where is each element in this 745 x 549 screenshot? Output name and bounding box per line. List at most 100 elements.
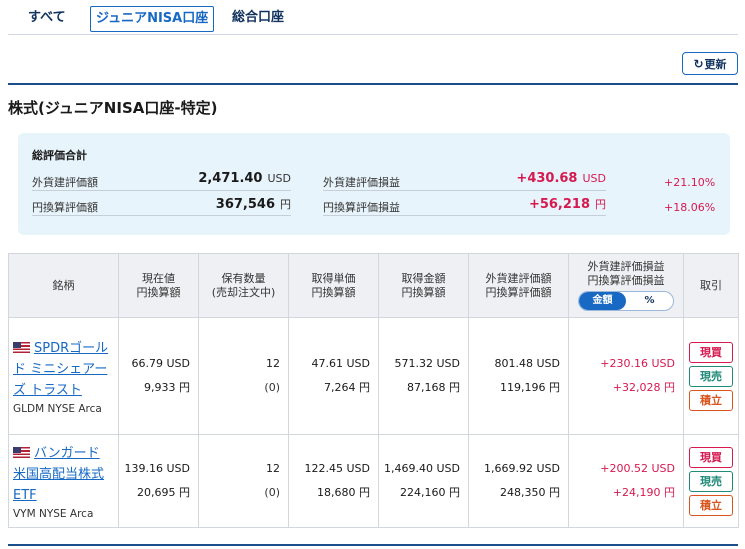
stock-name-cell: SPDRゴールド ミニシェアーズ トラスト GLDM NYSE Arca: [8, 317, 119, 435]
us-flag-icon: [13, 341, 30, 353]
account-tabs: すべて ジュニアNISA口座 総合口座: [8, 0, 738, 35]
yen-value: 367,546 円: [216, 196, 291, 212]
unit-cost-usd: 122.45 USD: [304, 462, 371, 475]
foreign-pl-label: 外貨建評価損益: [323, 176, 400, 189]
yen-pl-percent: +18.06%: [664, 201, 716, 214]
accumulate-button[interactable]: 積立: [689, 389, 733, 411]
quantity: 12: [266, 462, 280, 475]
pl-cell: +230.16 USD +32,028 円: [568, 317, 684, 435]
header-unit-label: 取得単価: [311, 271, 356, 285]
foreign-pl-unit: USD: [582, 172, 606, 185]
foreign-value-unit: USD: [267, 172, 291, 185]
quantity-pending: (0): [264, 486, 280, 499]
cost-usd: 1,469.40 USD: [384, 462, 460, 475]
pl-cell: +200.52 USD +24,190 円: [568, 434, 684, 528]
foreign-pl-row: 外貨建評価損益 +430.68 USD: [323, 171, 606, 191]
stock-ticker: GLDM NYSE Arca: [13, 402, 102, 415]
quantity-cell: 12 (0): [198, 434, 289, 528]
refresh-icon: ↻: [693, 56, 704, 71]
header-unit-yen-label: 円換算額: [311, 285, 356, 299]
holdings-table: 銘柄 現在値 円換算額 保有数量 (売却注文中) 取得単価 円換算額 取得金額 円換算額…: [8, 253, 739, 528]
tab-junior-nisa[interactable]: ジュニアNISA口座: [90, 6, 215, 32]
yen-pl: +56,218 円: [529, 196, 606, 212]
tab-sogo[interactable]: 総合口座: [232, 6, 284, 32]
header-trade-label: 取引: [700, 278, 722, 292]
quantity-pending: (0): [264, 381, 280, 394]
header-name: 銘柄: [8, 253, 119, 318]
header-value-yen-label: 円換算評価額: [485, 285, 552, 299]
pl-yen: +24,190 円: [612, 486, 675, 499]
buy-button[interactable]: 現買: [689, 341, 733, 363]
price-usd: 139.16 USD: [124, 462, 191, 475]
price-yen: 20,695 円: [137, 486, 190, 499]
pl-usd: +230.16 USD: [600, 357, 675, 370]
cost-yen: 224,160 円: [400, 486, 460, 499]
summary-heading: 総評価合計: [32, 149, 87, 162]
price-yen: 9,933 円: [144, 381, 190, 394]
price-usd: 66.79 USD: [131, 357, 191, 370]
tab-all[interactable]: すべて: [28, 6, 66, 32]
foreign-value-amount: 2,471.40: [198, 171, 263, 186]
section-divider-bottom: [8, 544, 738, 546]
header-price-label: 現在値: [142, 271, 175, 285]
value-yen: 119,196 円: [500, 381, 560, 394]
quantity-cell: 12 (0): [198, 317, 289, 435]
header-cost-yen-label: 円換算額: [401, 285, 446, 299]
header-qty-label: 保有数量: [221, 271, 266, 285]
unit-cost-usd: 47.61 USD: [311, 357, 371, 370]
us-flag-icon: [13, 446, 30, 458]
value-yen: 248,350 円: [500, 486, 560, 499]
toggle-percent[interactable]: %: [626, 292, 673, 310]
table-header-row: 銘柄 現在値 円換算額 保有数量 (売却注文中) 取得単価 円換算額 取得金額 円換算額…: [8, 253, 739, 318]
toggle-amount[interactable]: 金額: [579, 292, 626, 310]
cost-cell: 1,469.40 USD 224,160 円: [378, 434, 469, 528]
header-price: 現在値 円換算額: [118, 253, 199, 318]
yen-pl-label: 円換算評価損益: [323, 201, 400, 214]
pl-yen: +32,028 円: [612, 381, 675, 394]
foreign-pl-amount: +430.68: [516, 171, 578, 186]
header-cost-label: 取得金額: [401, 271, 446, 285]
section-divider: [8, 83, 738, 85]
cost-usd: 571.32 USD: [394, 357, 461, 370]
refresh-label: 更新: [704, 57, 727, 71]
unit-cost-yen: 18,680 円: [317, 486, 370, 499]
yen-pl-amount: +56,218: [528, 197, 590, 212]
header-price-yen-label: 円換算額: [136, 285, 181, 299]
refresh-button[interactable]: ↻ 更新: [682, 52, 738, 75]
yen-value-unit: 円: [280, 198, 291, 211]
summary-panel: 総評価合計 外貨建評価額 2,471.40 USD 円換算評価額 367,546…: [18, 133, 730, 235]
yen-pl-unit: 円: [595, 198, 606, 211]
yen-value-amount: 367,546: [215, 197, 275, 212]
foreign-pl-percent: +21.10%: [664, 176, 716, 189]
cost-cell: 571.32 USD 87,168 円: [378, 317, 469, 435]
value-cell: 801.48 USD 119,196 円: [468, 317, 569, 435]
section-title: 株式(ジュニアNISA口座-特定): [8, 99, 218, 117]
pl-display-toggle: 金額 %: [578, 291, 674, 311]
cost-yen: 87,168 円: [407, 381, 460, 394]
price-cell: 139.16 USD 20,695 円: [118, 434, 199, 528]
foreign-value-label: 外貨建評価額: [32, 176, 98, 189]
header-pl-yen-label: 円換算評価損益: [587, 274, 665, 287]
table-row: SPDRゴールド ミニシェアーズ トラスト GLDM NYSE Arca 66.…: [8, 317, 739, 435]
header-unit-cost: 取得単価 円換算額: [288, 253, 379, 318]
header-cost: 取得金額 円換算額: [378, 253, 469, 318]
header-pl: 外貨建評価損益 円換算評価損益 金額 %: [568, 253, 684, 318]
value-cell: 1,669.92 USD 248,350 円: [468, 434, 569, 528]
value-usd: 801.48 USD: [494, 357, 561, 370]
unit-cost-yen: 7,264 円: [324, 381, 370, 394]
accumulate-button[interactable]: 積立: [689, 494, 733, 516]
table-row: バンガード 米国高配当株式ETF VYM NYSE Arca 139.16 US…: [8, 434, 739, 528]
trade-cell: 現買 現売 積立: [683, 317, 739, 435]
value-usd: 1,669.92 USD: [484, 462, 560, 475]
foreign-value-row: 外貨建評価額 2,471.40 USD: [32, 171, 291, 191]
buy-button[interactable]: 現買: [689, 446, 733, 468]
sell-button[interactable]: 現売: [689, 470, 733, 492]
price-cell: 66.79 USD 9,933 円: [118, 317, 199, 435]
header-pl-label: 外貨建評価損益: [587, 260, 665, 273]
yen-value-row: 円換算評価額 367,546 円: [32, 196, 291, 216]
header-name-label: 銘柄: [52, 278, 75, 292]
header-value-label: 外貨建評価額: [485, 271, 552, 285]
trade-cell: 現買 現売 積立: [683, 434, 739, 528]
unit-cost-cell: 122.45 USD 18,680 円: [288, 434, 379, 528]
sell-button[interactable]: 現売: [689, 365, 733, 387]
